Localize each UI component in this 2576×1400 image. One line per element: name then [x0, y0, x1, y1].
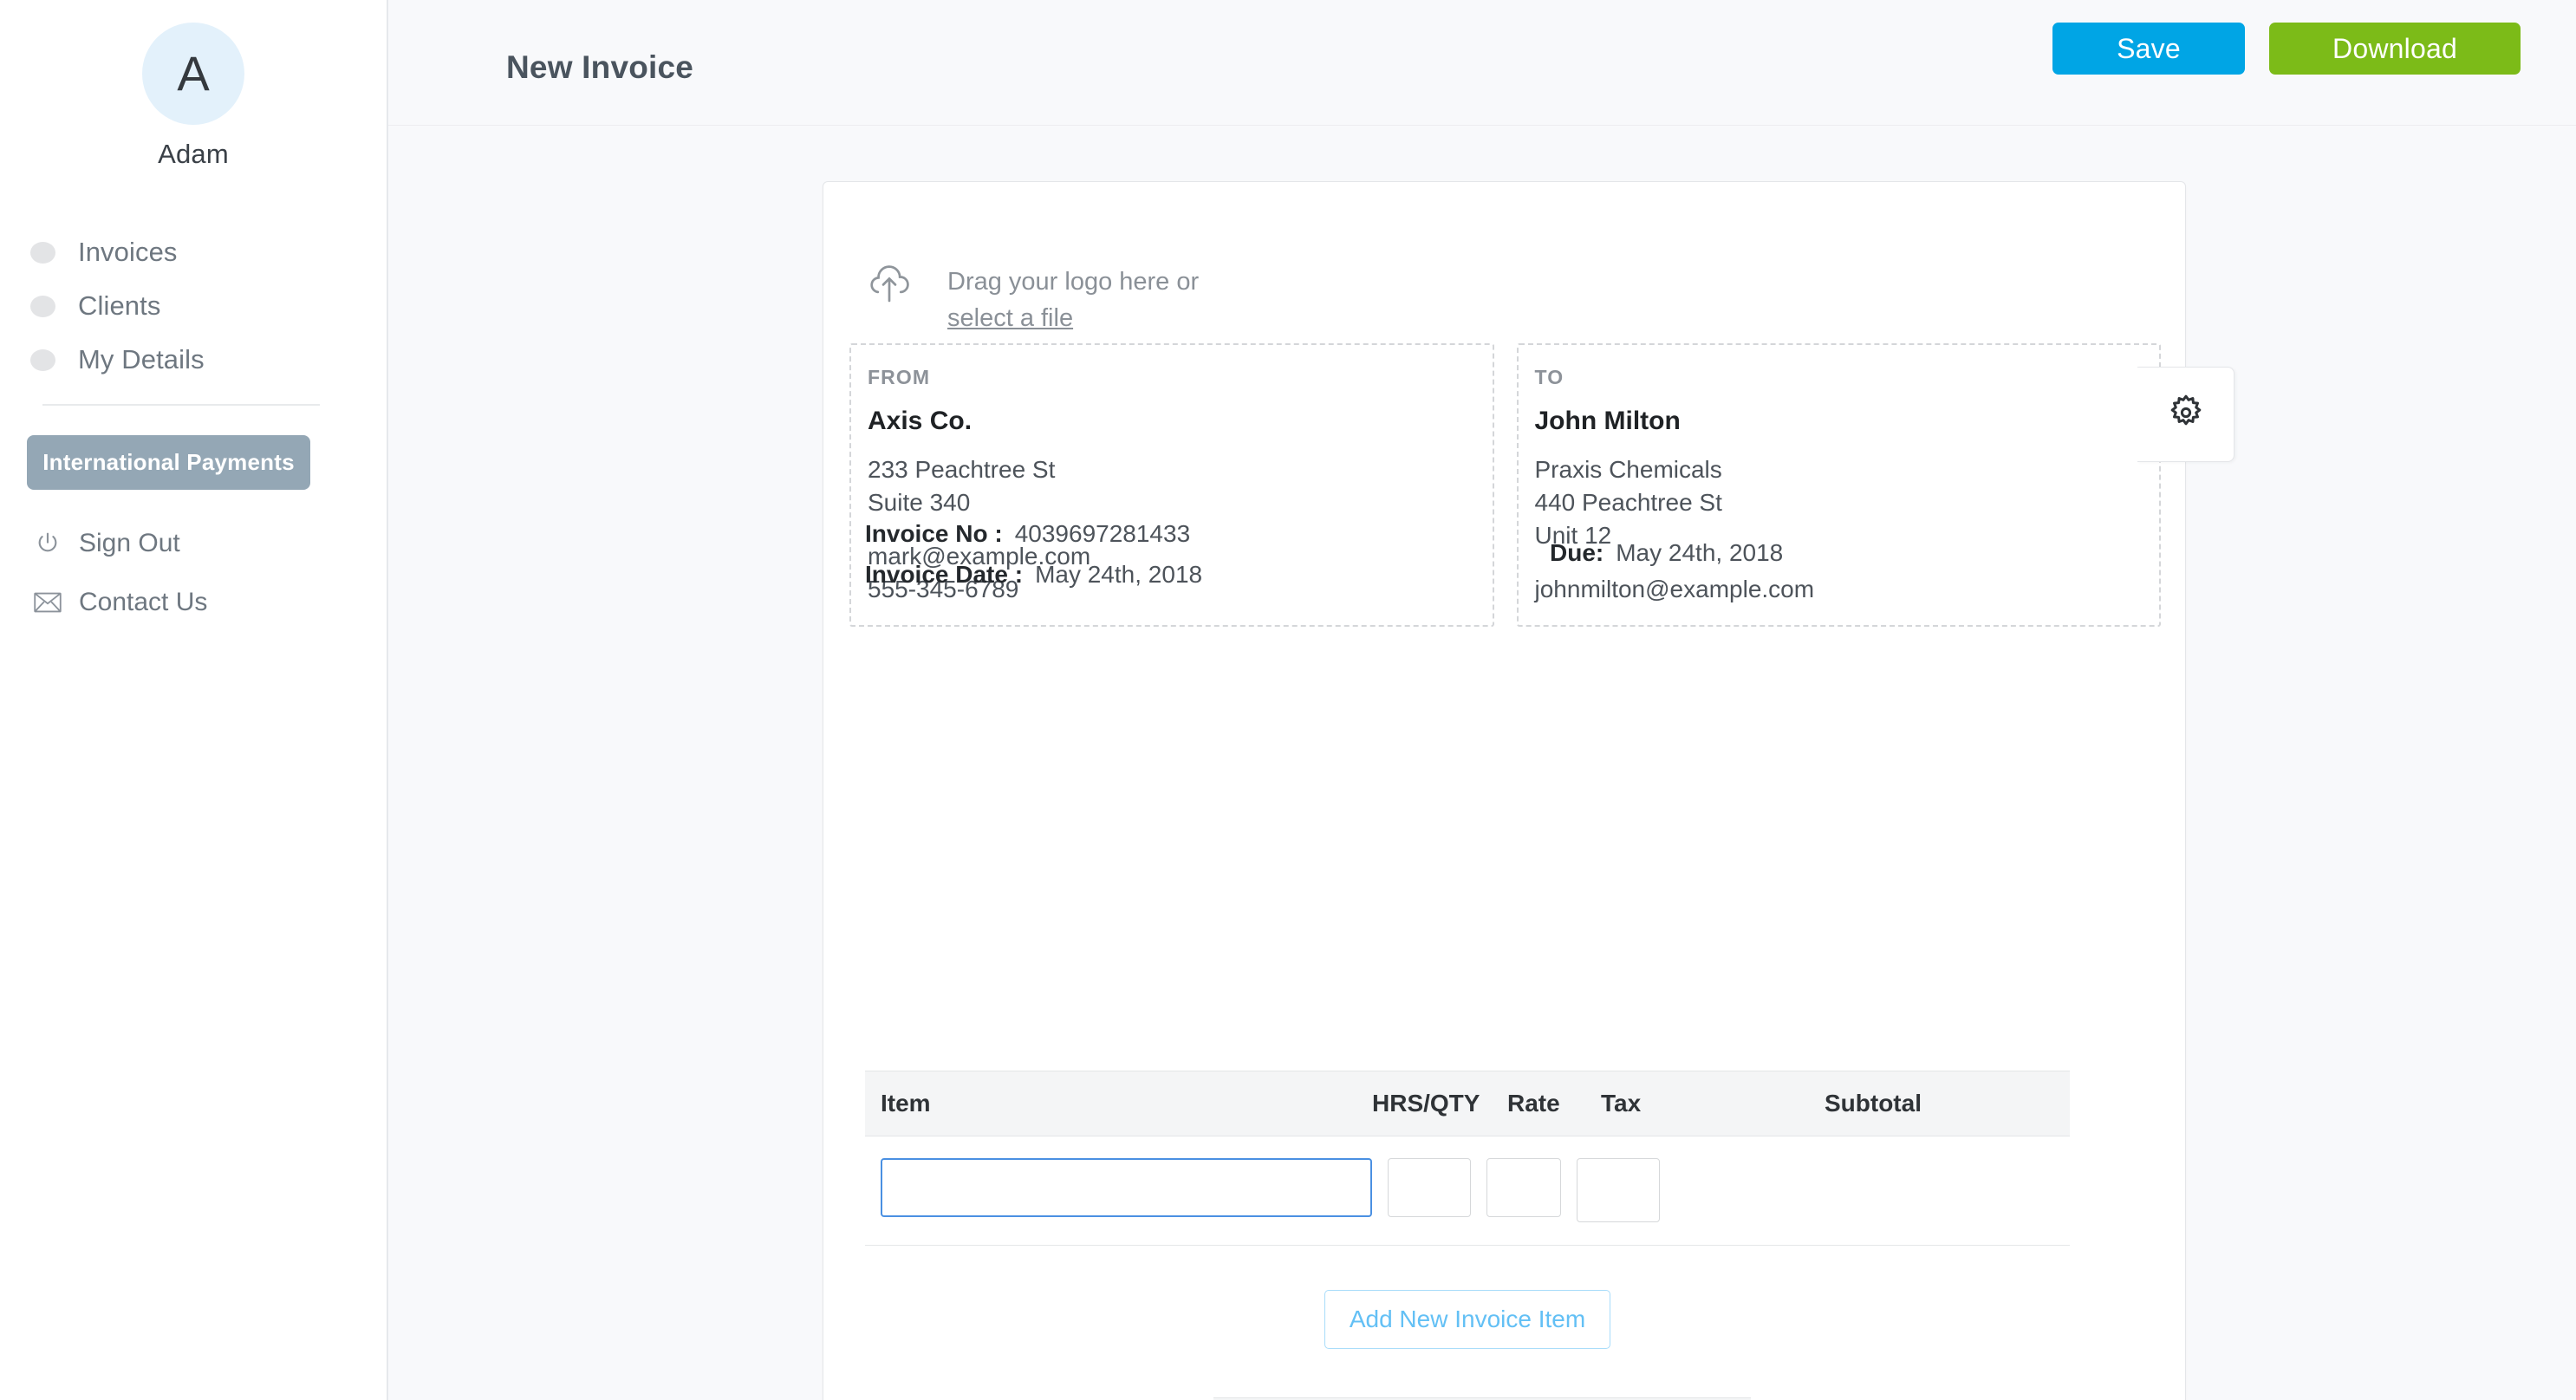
sidebar-item-label: Invoices: [78, 237, 178, 267]
invoice-card-zone: Drag your logo here or select a file FRO…: [388, 126, 2576, 1400]
due-value: May 24th, 2018: [1616, 539, 1784, 566]
user-name: Adam: [158, 139, 229, 169]
column-header-rate: Rate: [1507, 1090, 1560, 1117]
contact-us-item[interactable]: Contact Us: [33, 573, 387, 632]
sidebar-item-invoices[interactable]: Invoices: [30, 225, 387, 279]
invoice-date-label: Invoice Date :: [865, 561, 1024, 588]
sign-out-item[interactable]: Sign Out: [33, 514, 387, 573]
sidebar-item-label: My Details: [78, 344, 205, 374]
envelope-icon: [33, 588, 62, 617]
invoice-app: A Adam Invoices Clients My Details Inter…: [0, 0, 2576, 1400]
column-header-subtotal: Subtotal: [1825, 1090, 1922, 1117]
invoice-meta-left: Invoice No : 4039697281433 Invoice Date …: [865, 520, 1202, 602]
logo-dropzone[interactable]: Drag your logo here or select a file: [864, 260, 1199, 336]
to-address-line-1: Praxis Chemicals: [1534, 456, 1722, 483]
from-name: Axis Co.: [868, 407, 973, 435]
table-row: [865, 1136, 2070, 1246]
sidebar-item-label: Clients: [78, 290, 161, 321]
sign-out-label: Sign Out: [79, 529, 180, 557]
sidebar-item-my-details[interactable]: My Details: [30, 333, 387, 387]
cloud-upload-icon: [864, 260, 914, 313]
logo-dropzone-text: Drag your logo here or select a file: [947, 264, 1199, 336]
invoice-date-value: May 24th, 2018: [1035, 561, 1203, 588]
avatar: A: [142, 23, 244, 125]
column-header-item: Item: [881, 1090, 931, 1117]
avatar-initial: A: [177, 46, 210, 101]
invoice-card: Drag your logo here or select a file FRO…: [823, 181, 2186, 1400]
item-description-input[interactable]: [881, 1158, 1372, 1217]
primary-nav: Invoices Clients My Details: [0, 225, 387, 387]
invoice-no-value: 4039697281433: [1014, 520, 1191, 547]
column-header-tax: Tax: [1601, 1090, 1642, 1117]
logo-dropzone-instruction: Drag your logo here or: [947, 268, 1200, 296]
sidebar-divider: [42, 404, 320, 406]
user-profile: A Adam: [0, 0, 387, 170]
contact-us-label: Contact Us: [79, 588, 208, 616]
from-address-line-1: 233 Peachtree St: [868, 456, 1056, 483]
to-address: Praxis Chemicals 440 Peachtree St Unit 1…: [1535, 453, 2143, 552]
due-label: Due:: [1550, 539, 1604, 566]
to-email: johnmilton@example.com: [1534, 576, 1815, 602]
dot-icon: [30, 348, 55, 371]
from-address-line-2: Suite 340: [868, 489, 971, 516]
main-content: New Invoice Save Download Drag your logo…: [388, 0, 2576, 1400]
power-icon: [33, 529, 62, 558]
top-bar-actions: Save Download: [2052, 23, 2521, 75]
item-hrs-qty-input[interactable]: [1388, 1158, 1471, 1217]
to-name: John Milton: [1534, 407, 1681, 435]
to-address-line-2: 440 Peachtree St: [1534, 489, 1722, 516]
to-contact: johnmilton@example.com: [1535, 573, 2143, 606]
item-tax-input[interactable]: [1577, 1158, 1660, 1222]
to-kicker: TO: [1534, 366, 1564, 388]
sidebar: A Adam Invoices Clients My Details Inter…: [0, 0, 388, 1400]
invoice-items: Item HRS/QTY Rate Tax Subtotal Add New I…: [865, 1071, 2070, 1349]
to-address-box[interactable]: TO John Milton Praxis Chemicals 440 Peac…: [1516, 343, 2161, 627]
add-item-row: Add New Invoice Item: [865, 1290, 2070, 1349]
invoice-no-row[interactable]: Invoice No : 4039697281433: [865, 520, 1202, 548]
page-title: New Invoice: [506, 49, 694, 85]
dot-icon: [30, 295, 55, 317]
secondary-nav: Sign Out Contact Us: [0, 514, 387, 632]
from-address: 233 Peachtree St Suite 340: [868, 453, 1476, 519]
download-button[interactable]: Download: [2269, 23, 2521, 75]
invoice-no-label: Invoice No :: [865, 520, 1003, 547]
invoice-due-row[interactable]: Due: May 24th, 2018: [1550, 539, 1783, 567]
sidebar-item-clients[interactable]: Clients: [30, 279, 387, 333]
invoice-settings-tab[interactable]: [2137, 367, 2234, 462]
add-new-invoice-item-button[interactable]: Add New Invoice Item: [1324, 1290, 1611, 1349]
dot-icon: [30, 241, 55, 264]
gear-icon: [2165, 392, 2207, 438]
select-a-file-link[interactable]: select a file: [947, 304, 1073, 332]
item-rate-input[interactable]: [1486, 1158, 1561, 1217]
top-bar: New Invoice Save Download: [388, 0, 2576, 126]
from-kicker: FROM: [868, 366, 931, 388]
international-payments-button[interactable]: International Payments: [27, 435, 310, 490]
invoice-date-row[interactable]: Invoice Date : May 24th, 2018: [865, 561, 1202, 589]
items-table-header: Item HRS/QTY Rate Tax Subtotal: [865, 1071, 2070, 1136]
column-header-hrs-qty: HRS/QTY: [1372, 1090, 1480, 1117]
save-button[interactable]: Save: [2052, 23, 2245, 75]
